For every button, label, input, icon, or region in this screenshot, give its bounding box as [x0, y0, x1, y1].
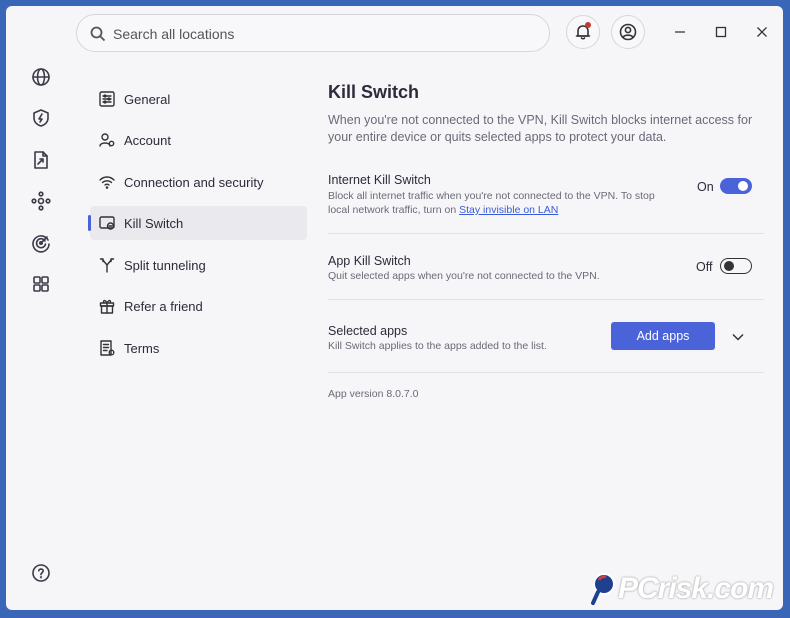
- add-apps-button[interactable]: Add apps: [611, 322, 715, 350]
- selected-apps-description: Kill Switch applies to the apps added to…: [328, 340, 547, 352]
- app-version: App version 8.0.7.0: [328, 388, 419, 400]
- nav-item-label: Split tunneling: [124, 257, 206, 273]
- nav-item-connection-security[interactable]: Connection and security: [90, 165, 307, 199]
- shield-bolt-icon[interactable]: [26, 103, 56, 133]
- description-line: Block all internet traffic when you're n…: [328, 190, 655, 202]
- nav-item-label: Terms: [124, 340, 160, 356]
- active-indicator: [88, 215, 91, 231]
- globe-icon[interactable]: [26, 62, 56, 92]
- maximize-button[interactable]: [709, 20, 733, 44]
- nav-item-label: Connection and security: [124, 174, 264, 190]
- left-rail: [6, 6, 76, 610]
- page-title: Kill Switch: [328, 82, 420, 102]
- app-kill-switch-description: Quit selected apps when you're not conne…: [328, 270, 600, 282]
- divider: [328, 372, 764, 373]
- watermark-text: PCrisk.com: [618, 572, 774, 605]
- nav-item-account[interactable]: Account: [90, 123, 307, 157]
- apps-grid-icon[interactable]: [26, 269, 56, 299]
- wifi-icon: [99, 176, 115, 189]
- mesh-network-icon[interactable]: [26, 186, 56, 216]
- toggle-knob: [724, 260, 734, 271]
- nav-item-refer-friend[interactable]: Refer a friend: [90, 289, 307, 323]
- nav-item-kill-switch[interactable]: Kill Switch: [88, 206, 307, 240]
- radar-icon[interactable]: [26, 228, 56, 258]
- selected-apps-title: Selected apps: [328, 324, 408, 338]
- help-icon[interactable]: [26, 558, 56, 588]
- chevron-down-icon[interactable]: [731, 330, 745, 344]
- internet-toggle-state: On: [697, 180, 714, 194]
- split-icon: [99, 258, 115, 273]
- app-toggle-state: Off: [696, 260, 713, 274]
- app-kill-switch-toggle[interactable]: [720, 258, 752, 274]
- internet-kill-switch-toggle[interactable]: [720, 178, 752, 194]
- nav-item-terms[interactable]: Terms: [90, 331, 307, 365]
- close-icon: [757, 27, 767, 37]
- sliders-icon: [99, 91, 115, 107]
- nav-item-general[interactable]: General: [90, 82, 307, 116]
- account-icon: [99, 133, 115, 147]
- divider: [328, 299, 764, 300]
- watermark: PCrisk.com: [590, 568, 780, 608]
- gift-icon: [99, 299, 115, 314]
- minimize-button[interactable]: [668, 20, 692, 44]
- app-window: General Account Connection and security …: [6, 6, 783, 610]
- internet-kill-switch-title: Internet Kill Switch: [328, 173, 431, 187]
- search-input[interactable]: [111, 21, 535, 47]
- nav-item-label: Kill Switch: [124, 215, 184, 231]
- nav-item-label: General: [124, 91, 171, 107]
- app-kill-switch-title: App Kill Switch: [328, 254, 411, 268]
- page-description: When you're not connected to the VPN, Ki…: [328, 113, 753, 144]
- user-icon: [619, 23, 637, 41]
- profile-button[interactable]: [611, 15, 645, 49]
- close-button[interactable]: [750, 20, 774, 44]
- magnifier-logo-icon: [591, 573, 615, 605]
- description-line: local network traffic, turn on: [328, 204, 460, 216]
- notification-badge: [585, 22, 591, 28]
- divider: [328, 233, 764, 234]
- notifications-button[interactable]: [566, 15, 600, 49]
- maximize-icon: [715, 26, 727, 38]
- nav-item-split-tunneling[interactable]: Split tunneling: [90, 248, 307, 282]
- file-share-icon[interactable]: [26, 145, 56, 175]
- internet-kill-switch-description: Block all internet traffic when you're n…: [328, 189, 678, 217]
- minimize-icon: [675, 31, 685, 33]
- kill-switch-icon: [99, 216, 115, 230]
- toggle-knob: [738, 181, 748, 191]
- search-icon: [90, 26, 106, 42]
- stay-invisible-link[interactable]: Stay invisible on LAN: [459, 204, 558, 216]
- search-bar[interactable]: [76, 14, 550, 52]
- nav-item-label: Account: [124, 132, 171, 148]
- document-icon: [100, 340, 115, 356]
- nav-item-label: Refer a friend: [124, 298, 203, 314]
